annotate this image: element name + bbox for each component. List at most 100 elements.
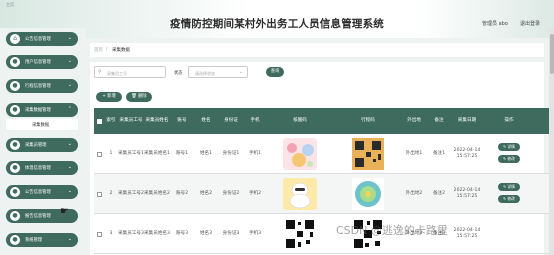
- nucleic-code-image[interactable]: [283, 178, 317, 210]
- main-content: 首页 / 采集数据 ⚲ 采集员工号 状态 请选择状态 ⌄ 查询 + 新增 🗑 删…: [86, 38, 554, 255]
- table-row: 1 采集员工号1 采集员姓名1 账号1 姓名1 身份证1 手机1 外出地1 备注…: [94, 134, 554, 174]
- cell-account: 账号1: [175, 151, 189, 156]
- query-button[interactable]: 查询: [266, 67, 284, 77]
- edit-button[interactable]: ✎ 修改: [498, 195, 520, 203]
- user-icon: ●: [10, 187, 20, 197]
- sidebar-item-label: 公告信息管理: [25, 190, 51, 195]
- sidebar-item-announcement[interactable]: ● 公告信息管理 ⌄: [6, 185, 78, 199]
- admin-info: 管理员 abo: [482, 21, 508, 27]
- status-label: 状态: [174, 71, 183, 76]
- sidebar-item-label: 公告信息管理: [25, 37, 51, 42]
- cell-note: 备注1: [432, 151, 446, 156]
- header-select-all[interactable]: [94, 108, 104, 134]
- logout-link[interactable]: 退出登录: [520, 20, 540, 27]
- cell-id-card: 身份证3: [222, 231, 240, 236]
- header-id-card: 身份证: [224, 118, 238, 123]
- row-checkbox[interactable]: [96, 151, 102, 157]
- cell-phone: 手机1: [248, 151, 262, 156]
- cell-name: 姓名3: [199, 231, 213, 236]
- header-date: 采集日期: [457, 118, 477, 123]
- trip-qr-code-image[interactable]: [352, 178, 384, 210]
- cell-account: 账号3: [175, 231, 189, 236]
- cell-phone: 手机3: [248, 231, 262, 236]
- chevron-down-icon: ⌄: [67, 164, 72, 170]
- cell-date: 2022-04-14 15:57:25: [453, 188, 481, 199]
- cell-destination: 外出地1: [405, 151, 423, 156]
- header-trip-code: 行程码: [361, 118, 375, 123]
- nucleic-qr-code-image[interactable]: [284, 218, 316, 250]
- cell-index: 3: [109, 231, 113, 236]
- sidebar-item-collector[interactable]: ● 采集员管理 ⌄: [6, 138, 78, 152]
- sidebar-item-label: 行程信息管理: [25, 84, 51, 89]
- chevron-down-icon: ⌄: [67, 58, 72, 64]
- sidebar-item-label: 采集数据管理: [25, 108, 51, 113]
- nucleic-code-image[interactable]: [283, 138, 317, 170]
- home-link[interactable]: 主页: [6, 2, 14, 8]
- header-note: 备注: [434, 118, 444, 123]
- cell-trip-code: [334, 134, 402, 174]
- sidebar-item-temperature[interactable]: ● 体温信息管理 ⌄: [6, 161, 78, 175]
- cell-id-card: 身份证1: [222, 151, 240, 156]
- sidebar-item-collect-data[interactable]: ● 采集数据管理 ⌃: [6, 103, 78, 117]
- trip-qr-code-image[interactable]: [352, 138, 384, 170]
- vertical-scrollbar[interactable]: [549, 28, 554, 255]
- header-phone: 手机: [250, 118, 260, 123]
- breadcrumb: 首页 / 采集数据: [90, 43, 544, 57]
- search-placeholder: 采集员工号: [107, 70, 127, 76]
- search-input[interactable]: ⚲ 采集员工号: [94, 66, 166, 78]
- home-icon: ⌂: [10, 34, 20, 44]
- sidebar-item-system[interactable]: ● 系统管理 ⌄: [6, 233, 78, 247]
- user-icon: ●: [10, 235, 20, 245]
- cell-nucleic-code: [266, 214, 334, 254]
- edit-button[interactable]: ✎ 修改: [498, 155, 520, 163]
- edit-label: 修改: [507, 196, 515, 201]
- cell-worker-name: 采集员姓名3: [144, 231, 170, 236]
- sidebar-item-notice[interactable]: ⌂ 公告信息管理 ⌄: [6, 32, 78, 46]
- select-all-checkbox[interactable]: [96, 118, 102, 124]
- breadcrumb-home[interactable]: 首页: [94, 47, 103, 53]
- sidebar-item-label: 体温信息管理: [25, 166, 51, 171]
- cell-worker-no: 采集员工号2: [118, 191, 144, 196]
- add-button[interactable]: + 新增: [96, 92, 122, 102]
- row-checkbox[interactable]: [96, 191, 102, 197]
- scrollbar-thumb[interactable]: [549, 34, 554, 74]
- cell-note: 备注2: [432, 191, 446, 196]
- header-actions: 操作: [504, 118, 514, 123]
- user-icon: ●: [10, 81, 20, 91]
- mouse-cursor-icon: ☛: [60, 206, 69, 217]
- cell-index: 1: [109, 151, 113, 156]
- cell-index: 2: [109, 191, 113, 196]
- sidebar-item-label: 用户信息管理: [25, 60, 51, 65]
- chevron-down-icon: ⌄: [67, 236, 72, 242]
- cell-worker-name: 采集员姓名2: [144, 191, 170, 196]
- user-icon: ●: [10, 140, 20, 150]
- cell-nucleic-code: [266, 134, 334, 174]
- table-row: 2 采集员工号2 采集员姓名2 账号2 姓名2 身份证2 手机2 外出地2 备注…: [94, 174, 554, 214]
- delete-button[interactable]: 🗑 删除: [126, 92, 152, 102]
- cell-worker-name: 采集员姓名1: [144, 151, 170, 156]
- header-nucleic-code: 核酸码: [293, 118, 307, 123]
- breadcrumb-separator: /: [106, 47, 108, 52]
- cell-worker-no: 采集员工号3: [118, 231, 144, 236]
- app-window: 主页 疫情防控期间某村外出务工人员信息管理系统 管理员 abo 退出登录 ⌂ 公…: [0, 0, 554, 255]
- sidebar-item-users[interactable]: ● 用户信息管理 ⌄: [6, 55, 78, 69]
- row-checkbox[interactable]: [96, 231, 102, 237]
- sidebar-item-label: 采集员管理: [25, 143, 47, 148]
- sidebar-item-trip[interactable]: ● 行程信息管理 ⌄: [6, 79, 78, 93]
- table-row: 3 采集员工号3 采集员姓名3 账号3 姓名3 身份证3 手机3 外出地3 备注…: [94, 214, 554, 254]
- table-header: 索引 采集员工号 采集员姓名 账号 姓名 身份证 手机 核酸码 行程码 外出地 …: [94, 108, 554, 134]
- detail-button[interactable]: ✎ 详情: [498, 143, 520, 151]
- detail-label: 详情: [507, 184, 515, 189]
- content-panel: ⚲ 采集员工号 状态 请选择状态 ⌄ 查询 + 新增 🗑 删除 索引 采集员工号…: [90, 62, 554, 255]
- cell-date: 2022-04-14 15:57:25: [453, 148, 481, 159]
- sidebar-item-label: 系统管理: [25, 238, 43, 243]
- sidebar-item-label: 报告信息管理: [25, 214, 51, 219]
- header-index: 索引: [106, 118, 116, 123]
- header-account: 账号: [177, 118, 187, 123]
- header-destination: 外出地: [407, 118, 421, 123]
- detail-button[interactable]: ✎ 详情: [498, 183, 520, 191]
- submenu-collect-data[interactable]: 采集数据: [6, 119, 78, 130]
- chevron-down-icon: ⌄: [67, 82, 72, 88]
- status-select[interactable]: 请选择状态 ⌄: [188, 66, 248, 78]
- header-worker-no: 采集员工号: [119, 118, 143, 123]
